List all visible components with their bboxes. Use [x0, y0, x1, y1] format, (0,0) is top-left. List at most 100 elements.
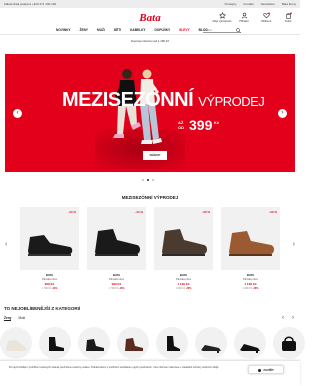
- discount-badge: -44 %: [135, 210, 143, 214]
- cart-label: Košík: [284, 20, 292, 23]
- category-item[interactable]: [156, 327, 188, 359]
- search-icon[interactable]: [236, 27, 241, 33]
- search-input[interactable]: Hledat: [203, 27, 241, 33]
- category-item[interactable]: [273, 327, 305, 359]
- top-link-newsletter[interactable]: Newsletter: [261, 0, 275, 8]
- top-bar: Zákaznická podpora +420 271 100 100 Prod…: [0, 0, 300, 8]
- product-name[interactable]: Pánská obuv: [20, 278, 79, 281]
- login-button[interactable]: Přihlásit: [236, 12, 252, 23]
- club-button[interactable]: Moje výhodnosti: [212, 12, 232, 23]
- cookie-close-label: ZAVŘÍT: [263, 368, 274, 372]
- shoe-image: [162, 229, 207, 256]
- club-icon: [218, 12, 226, 19]
- category-item[interactable]: [117, 327, 149, 359]
- club-label: Moje výhodnosti: [212, 20, 232, 23]
- product-image[interactable]: -30 %: [154, 207, 213, 270]
- tab-muzi[interactable]: Muži: [18, 316, 25, 321]
- product-discount-pct: -44%: [118, 287, 125, 290]
- hero-title-sub: VÝPRODEJ: [198, 94, 265, 109]
- search-placeholder: Hledat: [203, 28, 212, 32]
- support-phone: Zákaznická podpora +420 271 100 100: [4, 2, 57, 6]
- categories-prev-button[interactable]: ‹: [282, 315, 284, 321]
- shoe-image: [28, 235, 73, 256]
- product-brand: BATA: [45, 273, 54, 277]
- product-price: 1 199 Kč: [244, 282, 257, 286]
- product-original-price: 1 799 Kč -44%: [20, 287, 79, 290]
- wishlist-label: Oblíbené: [260, 20, 272, 23]
- hero-banner[interactable]: MEZISEZÓNNÍ VÝPRODEJ AŽ OD 399 Kč NÁKUP …: [5, 54, 295, 172]
- heart-icon: [262, 12, 270, 19]
- product-brand: BATA: [179, 273, 188, 277]
- main-nav: NOVINKY ŽENY MUŽI DĚTI KABELKY DOPLŇKY S…: [0, 25, 300, 35]
- header-utilities: Moje výhodnosti Přihlásit Oblíbené Košík: [212, 12, 296, 23]
- hero-next-button[interactable]: ›: [278, 109, 287, 118]
- product-original-price-value: 1 699 Kč: [242, 287, 253, 290]
- hero-dot-active[interactable]: [147, 179, 149, 181]
- top-link-stores[interactable]: Prodejny: [225, 0, 237, 8]
- nav-item-muzi[interactable]: MUŽI: [97, 25, 105, 35]
- heel-image: [201, 345, 221, 353]
- nav-items: NOVINKY ŽENY MUŽI DĚTI KABELKY DOPLŇKY S…: [56, 25, 208, 35]
- nav-item-slevy[interactable]: SLEVY: [179, 25, 189, 35]
- hero-cta-button[interactable]: NÁKUP: [143, 151, 167, 160]
- top-link-contact[interactable]: Kontakt: [243, 0, 253, 8]
- product-card[interactable]: -30 % BATA Pánská obuv 1 199 Kč 1 699 Kč…: [221, 207, 280, 290]
- product-name[interactable]: Pánská obuv: [154, 278, 213, 281]
- hero-prev-button[interactable]: ‹: [13, 109, 22, 118]
- promo-strip: Doprava zdarma nad 1 499 Kč: [131, 39, 169, 43]
- discount-badge: -44 %: [68, 210, 76, 214]
- product-name[interactable]: Pánská obuv: [87, 278, 146, 281]
- nav-item-deti[interactable]: DĚTI: [114, 25, 121, 35]
- categories-title: TO NEJOBLÍBENĚJŠÍ Z KATEGORIÍ: [4, 306, 81, 311]
- hero-price: 399: [189, 117, 213, 133]
- product-card[interactable]: -30 % BATA Pánská obuv 1 199 Kč 1 699 Kč…: [154, 207, 213, 290]
- cookie-close-button[interactable]: ZAVŘÍT: [248, 365, 284, 374]
- category-item[interactable]: [78, 327, 110, 359]
- bata-logo[interactable]: Bata: [129, 11, 171, 23]
- section-title: MEZISEZÓNNÍ VÝPRODEJ: [121, 195, 179, 200]
- product-original-price-value: 1 799 Kč: [108, 287, 119, 290]
- bag-icon: [285, 12, 292, 19]
- category-item[interactable]: [234, 327, 266, 359]
- tab-zeny[interactable]: Ženy: [4, 316, 12, 321]
- nav-item-kabelky[interactable]: KABELKY: [130, 25, 145, 35]
- cart-button[interactable]: Košík: [280, 12, 296, 23]
- nav-item-doplnky[interactable]: DOPLŇKY: [155, 25, 171, 35]
- categories-nav: ‹ ›: [282, 315, 294, 321]
- product-discount-pct: -44%: [51, 287, 58, 290]
- shoe-image: [95, 229, 140, 256]
- hero-title-main: MEZISEZÓNNÍ: [62, 89, 194, 111]
- product-price: 999 Kč: [44, 282, 55, 286]
- product-card[interactable]: -44 % BATA Pánská obuv 999 Kč 1 799 Kč -…: [20, 207, 79, 290]
- nav-item-zeny[interactable]: ŽENY: [80, 25, 89, 35]
- nav-item-novinky[interactable]: NOVINKY: [56, 25, 71, 35]
- top-link-icons[interactable]: Bata Ikony: [282, 0, 296, 8]
- category-circles: [0, 327, 305, 359]
- category-item[interactable]: [195, 327, 227, 359]
- product-image[interactable]: -30 %: [221, 207, 280, 270]
- product-card[interactable]: -44 % BATA Pánská obuv 999 Kč 1 799 Kč -…: [87, 207, 146, 290]
- product-original-price: 1 699 Kč -30%: [221, 287, 280, 290]
- product-image[interactable]: -44 %: [20, 207, 79, 270]
- category-item[interactable]: [0, 327, 32, 359]
- product-image[interactable]: -44 %: [87, 207, 146, 270]
- product-name[interactable]: Pánská obuv: [221, 278, 280, 281]
- product-carousel: -44 % BATA Pánská obuv 999 Kč 1 799 Kč -…: [20, 207, 282, 290]
- hero-dot[interactable]: [152, 179, 154, 181]
- hero-pagination: [142, 179, 154, 181]
- categories-next-button[interactable]: ›: [292, 315, 294, 321]
- products-prev-button[interactable]: ‹: [5, 241, 7, 248]
- category-tabs: Ženy Muži: [4, 316, 25, 321]
- boot-image: [49, 337, 64, 351]
- shoe-image: [229, 231, 274, 256]
- boot-image: [125, 338, 143, 351]
- hero-price-prefix: AŽ OD: [178, 120, 184, 130]
- wishlist-button[interactable]: Oblíbené: [258, 12, 274, 23]
- chevron-right-icon: ›: [292, 241, 295, 248]
- category-item[interactable]: [39, 327, 71, 359]
- hero-dot[interactable]: [142, 179, 144, 181]
- logo-text: Bata: [138, 12, 161, 23]
- products-next-button[interactable]: ›: [293, 241, 295, 248]
- chevron-right-icon: ›: [281, 110, 284, 116]
- product-price: 1 199 Kč: [177, 282, 190, 286]
